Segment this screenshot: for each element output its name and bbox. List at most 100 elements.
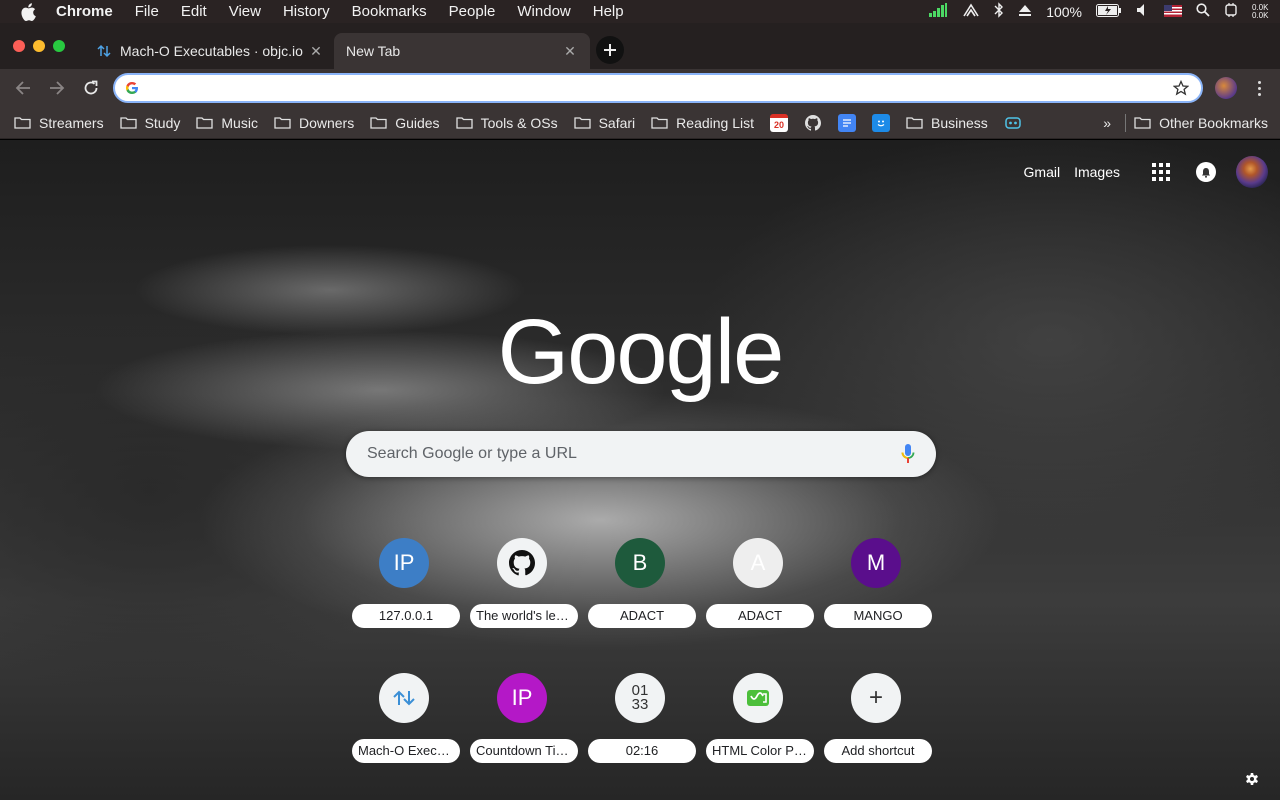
- github-icon: [497, 538, 547, 588]
- profile-avatar-button[interactable]: [1215, 77, 1237, 99]
- tab-title: New Tab: [346, 43, 401, 59]
- bookmark-folder-safari[interactable]: Safari: [573, 111, 635, 135]
- bookmark-label: Music: [221, 114, 258, 131]
- menu-view[interactable]: View: [229, 3, 261, 20]
- back-button[interactable]: [10, 75, 36, 101]
- bookmark-messenger[interactable]: [872, 111, 890, 135]
- close-window-button[interactable]: [13, 40, 25, 52]
- shortcut-tile[interactable]: M MANGO: [820, 534, 932, 630]
- chrome-menu-button[interactable]: [1248, 77, 1270, 99]
- spotlight-search-icon[interactable]: [1196, 3, 1210, 20]
- new-tab-page: Gmail Images Google IP 127.0.0.1 The wor…: [0, 140, 1280, 800]
- eject-icon[interactable]: [1018, 3, 1032, 20]
- bookmark-folder-music[interactable]: Music: [196, 111, 258, 135]
- account-avatar[interactable]: [1236, 156, 1268, 188]
- shortcut-tile[interactable]: 01 33 02:16: [584, 669, 696, 765]
- bookmark-folder-tools[interactable]: Tools & OSs: [455, 111, 558, 135]
- zoom-window-button[interactable]: [53, 40, 65, 52]
- menu-app-name[interactable]: Chrome: [56, 3, 113, 20]
- bookmark-calendar[interactable]: 20: [770, 111, 788, 135]
- net-down-value: 0.0K: [1252, 10, 1269, 20]
- folder-icon: [651, 117, 668, 129]
- shortcut-label: 127.0.0.1: [352, 604, 460, 628]
- bookmark-folder-other[interactable]: Other Bookmarks: [1134, 111, 1268, 135]
- forward-button[interactable]: [44, 75, 70, 101]
- shortcut-tile[interactable]: HTML Color Pi…: [702, 669, 814, 765]
- menu-help[interactable]: Help: [593, 3, 624, 20]
- bookmark-star-icon[interactable]: [1171, 78, 1191, 98]
- new-tab-button[interactable]: [596, 36, 624, 64]
- microphone-icon[interactable]: [898, 442, 918, 466]
- shortcut-tile[interactable]: B ADACT: [584, 534, 696, 630]
- bookmark-robot[interactable]: [1004, 111, 1022, 135]
- transfer-arrows-icon: [96, 43, 112, 59]
- menu-window[interactable]: Window: [517, 3, 570, 20]
- bookmarks-divider: [1125, 113, 1127, 132]
- shortcut-tile[interactable]: The world's lea…: [466, 534, 578, 630]
- bookmark-folder-guides[interactable]: Guides: [370, 111, 440, 135]
- bookmark-folder-business[interactable]: Business: [906, 111, 988, 135]
- menu-history[interactable]: History: [283, 3, 330, 20]
- bookmark-docs[interactable]: [838, 111, 856, 135]
- wifi-signal-icon[interactable]: [928, 3, 948, 20]
- gear-icon[interactable]: [1243, 770, 1261, 788]
- plus-icon: [604, 44, 616, 56]
- tab-close-icon[interactable]: ✕: [562, 43, 578, 59]
- google-docs-icon: [838, 113, 856, 132]
- bookmark-folder-study[interactable]: Study: [119, 111, 180, 135]
- bookmarks-overflow-button[interactable]: »: [1103, 111, 1111, 135]
- gmail-link[interactable]: Gmail: [1024, 164, 1061, 180]
- shortcut-label: MANGO: [824, 604, 932, 628]
- reload-button[interactable]: [78, 75, 104, 101]
- tab-strip: Mach-O Executables · objc.io ✕ New Tab ✕: [0, 23, 1280, 69]
- bluetooth-icon[interactable]: [994, 2, 1004, 21]
- shortcut-tile[interactable]: A ADACT: [702, 534, 814, 630]
- volume-icon[interactable]: [1136, 3, 1150, 20]
- search-input[interactable]: [367, 445, 898, 463]
- color-picker-icon: [733, 673, 783, 723]
- bookmark-folder-downers[interactable]: Downers: [274, 111, 354, 135]
- tab-mach-o[interactable]: Mach-O Executables · objc.io ✕: [84, 33, 336, 69]
- airdrop-icon[interactable]: [962, 2, 980, 21]
- shortcut-label: Mach-O Execut…: [352, 739, 460, 763]
- folder-icon: [455, 117, 473, 129]
- shortcut-label: ADACT: [706, 604, 814, 628]
- bookmark-github[interactable]: [804, 111, 822, 135]
- hardware-monitor-icon[interactable]: [1224, 2, 1238, 21]
- tab-new-tab[interactable]: New Tab ✕: [334, 33, 590, 69]
- menu-people[interactable]: People: [449, 3, 496, 20]
- url-input[interactable]: [147, 76, 1171, 100]
- folder-icon: [370, 117, 387, 129]
- tab-title: Mach-O Executables · objc.io: [120, 43, 303, 59]
- battery-percent[interactable]: 100%: [1046, 4, 1082, 20]
- shortcut-tile[interactable]: IP Countdown Timer: [466, 669, 578, 765]
- shortcut-label: The world's lea…: [470, 604, 578, 628]
- apple-icon[interactable]: [20, 2, 42, 21]
- add-shortcut-tile[interactable]: + Add shortcut: [820, 669, 932, 765]
- shortcut-tile[interactable]: IP 127.0.0.1: [348, 534, 460, 630]
- notifications-bell-icon[interactable]: [1196, 162, 1216, 182]
- menu-bookmarks[interactable]: Bookmarks: [352, 3, 427, 20]
- bookmark-label: Guides: [395, 114, 440, 131]
- folder-icon: [119, 117, 137, 129]
- menu-edit[interactable]: Edit: [181, 3, 207, 20]
- ntp-search-box[interactable]: [346, 431, 936, 477]
- shortcut-label: ADACT: [588, 604, 696, 628]
- battery-icon[interactable]: [1096, 3, 1122, 20]
- images-link[interactable]: Images: [1074, 164, 1120, 180]
- bookmark-folder-streamers[interactable]: Streamers: [14, 111, 104, 135]
- address-bar[interactable]: [113, 73, 1203, 103]
- network-speed: 0.0K 0.0K: [1252, 3, 1272, 20]
- google-g-icon: [125, 81, 139, 95]
- clock-digits-icon: 01 33: [615, 673, 665, 723]
- us-flag-icon[interactable]: [1164, 4, 1182, 20]
- apps-grid-icon[interactable]: [1152, 163, 1170, 181]
- menu-file[interactable]: File: [135, 3, 159, 20]
- tab-close-icon[interactable]: ✕: [308, 43, 324, 59]
- shortcut-tile[interactable]: Mach-O Execut…: [348, 669, 460, 765]
- minimize-window-button[interactable]: [33, 40, 45, 52]
- bookmark-label: Business: [931, 114, 988, 131]
- bookmark-label: Tools & OSs: [480, 114, 558, 131]
- reload-icon: [84, 80, 98, 95]
- bookmark-folder-reading-list[interactable]: Reading List: [651, 111, 754, 135]
